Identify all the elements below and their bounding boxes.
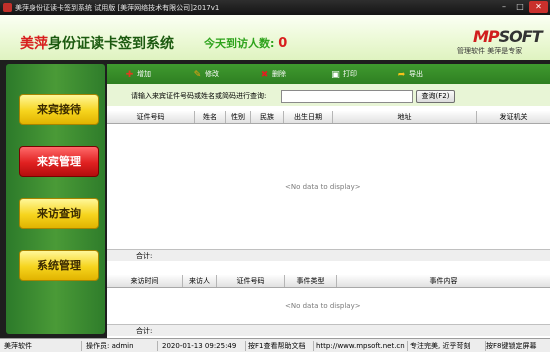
status-lock-tip: 按F8键锁定屏幕 <box>486 342 537 350</box>
export-icon: ➦ <box>397 70 406 80</box>
edit-label: 修改 <box>205 70 219 78</box>
column-header[interactable]: 来访时间 <box>107 275 183 287</box>
app-title: 美萍身份证读卡签到系统 <box>20 33 174 53</box>
delete-button[interactable]: ✖ 删除 <box>260 68 286 80</box>
column-header[interactable]: 证件号码 <box>107 111 195 123</box>
add-icon: ✚ <box>125 70 134 80</box>
status-tip: 专注完美, 近乎苛刻 <box>410 341 486 351</box>
visitors-count: 0 <box>278 36 288 51</box>
column-header[interactable]: 来访人 <box>183 275 217 287</box>
search-button[interactable]: 查询(F2) <box>416 90 455 103</box>
event-table-total: 合计: <box>107 324 550 336</box>
column-header[interactable]: 地址 <box>333 111 477 123</box>
minimize-button[interactable]: – <box>496 1 512 13</box>
column-header[interactable]: 出生日期 <box>284 111 333 123</box>
print-icon: ▣ <box>331 70 340 80</box>
status-datetime: 2020-01-13 09:25:49 <box>162 341 246 351</box>
column-header[interactable]: 姓名 <box>195 111 226 123</box>
app-icon <box>3 3 12 12</box>
sidebar-item-visit-query[interactable]: 来访查询 <box>19 198 99 229</box>
main-panel: ✚ 增加 ✎ 修改 ✖ 删除 ▣ 打印 ➦ 导出 请输入来宾证件号码或姓名或简码进行查询:… <box>107 64 550 338</box>
column-header[interactable]: 事件内容 <box>337 275 550 287</box>
print-button[interactable]: ▣ 打印 <box>331 68 357 80</box>
edit-icon: ✎ <box>193 70 202 80</box>
app-title-rest: 身份证读卡签到系统 <box>48 36 174 52</box>
app-title-highlight: 美萍 <box>20 36 48 52</box>
guest-table-total: 合计: <box>107 249 550 261</box>
search-label: 请输入来宾证件号码或姓名或简码进行查询: <box>131 92 267 100</box>
status-company: 美萍软件 <box>4 341 82 351</box>
window-titlebar: 美萍身份证读卡签到系统 试用版 [美萍网络技术有限公司]2017v1 – □ ✕ <box>0 0 550 15</box>
status-help: 按F1查看帮助文档 <box>248 341 314 351</box>
column-header[interactable]: 事件类型 <box>285 275 337 287</box>
column-header[interactable]: 性别 <box>226 111 251 123</box>
column-header[interactable]: 民族 <box>251 111 284 123</box>
brand-soft: SOFT <box>498 27 543 46</box>
export-button[interactable]: ➦ 导出 <box>397 68 423 80</box>
sidebar-item-system-management[interactable]: 系统管理 <box>19 250 99 281</box>
total-label: 合计: <box>136 327 153 335</box>
add-label: 增加 <box>137 70 151 78</box>
status-operator: 操作员: admin <box>86 341 158 351</box>
print-label: 打印 <box>343 70 357 78</box>
search-input[interactable] <box>281 90 413 103</box>
edit-button[interactable]: ✎ 修改 <box>193 68 219 80</box>
brand-slogan: 管理软件 美萍是专家 <box>457 47 523 55</box>
app-header: 美萍身份证读卡签到系统 今天到访人数: 0 MPSOFT 管理软件 美萍是专家 <box>0 15 550 60</box>
delete-label: 删除 <box>272 70 286 78</box>
guest-table-header: 证件号码 姓名 性别 民族 出生日期 地址 发证机关 <box>107 111 550 124</box>
maximize-button[interactable]: □ <box>512 1 528 13</box>
export-label: 导出 <box>409 70 423 78</box>
sidebar-item-reception[interactable]: 来宾接待 <box>19 94 99 125</box>
today-visitors: 今天到访人数: 0 <box>204 35 287 51</box>
delete-icon: ✖ <box>260 70 269 80</box>
search-bar: 请输入来宾证件号码或姓名或简码进行查询: 查询(F2) <box>107 84 550 106</box>
status-url[interactable]: http://www.mpsoft.net.cn <box>316 341 408 351</box>
column-header[interactable]: 发证机关 <box>477 111 550 123</box>
sidebar-item-guest-management[interactable]: 来宾管理 <box>19 146 99 177</box>
column-header[interactable]: 证件号码 <box>217 275 285 287</box>
sidebar: 来宾接待 来宾管理 来访查询 系统管理 <box>6 64 105 334</box>
status-bar: 美萍软件 操作员: admin 2020-01-13 09:25:49 按F1查… <box>0 338 550 352</box>
guest-table-empty: <No data to display> <box>285 183 361 191</box>
event-table-header: 来访时间 来访人 证件号码 事件类型 事件内容 <box>107 275 550 288</box>
visitors-label: 今天到访人数: <box>204 37 275 50</box>
event-table-empty: <No data to display> <box>285 302 361 310</box>
total-label: 合计: <box>136 252 153 260</box>
brand-logo: MPSOFT <box>473 27 543 46</box>
add-button[interactable]: ✚ 增加 <box>125 68 151 80</box>
window-title: 美萍身份证读卡签到系统 试用版 [美萍网络技术有限公司]2017v1 <box>15 4 220 12</box>
close-button[interactable]: ✕ <box>529 1 548 13</box>
toolbar: ✚ 增加 ✎ 修改 ✖ 删除 ▣ 打印 ➦ 导出 <box>107 64 550 84</box>
brand-mp: MP <box>473 27 500 46</box>
